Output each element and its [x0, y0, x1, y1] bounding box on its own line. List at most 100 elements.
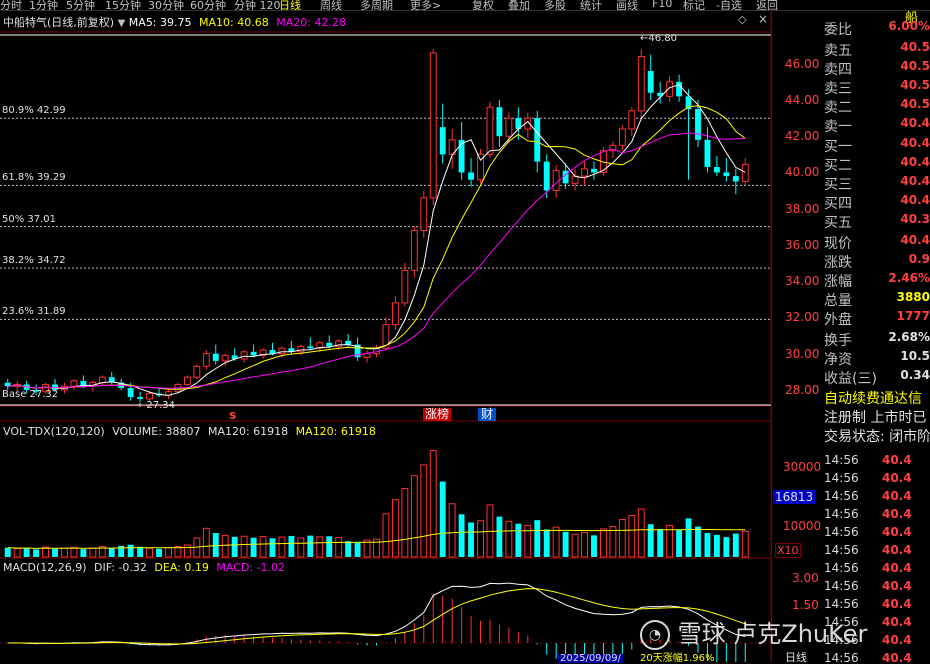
candle-body-up [637, 55, 645, 112]
event-cai-marker[interactable]: 财 [478, 408, 497, 421]
volume-bar-up [278, 536, 286, 558]
buy-level-label: 买五 [824, 215, 852, 231]
fib-label: 23.6% 31.89 [2, 306, 66, 318]
candle-body-down [468, 172, 474, 180]
quote-stat-secondary-row: 净资 10.5 [821, 349, 930, 368]
volume-bar-down [468, 522, 474, 557]
candle-body-up [98, 376, 106, 384]
candle-body-up [618, 128, 626, 146]
volume-bar-up [600, 528, 607, 558]
event-s-marker[interactable]: s [229, 408, 236, 422]
sell-level-row: 卖五 40.5 [821, 40, 930, 59]
volume-indicator-name[interactable]: VOL-TDX(120,120) [3, 425, 105, 438]
tick-row: 14:56 40.4 [821, 579, 930, 597]
notice-text[interactable]: 自动续费通达信 [824, 388, 922, 408]
macd-value: MACD: -1.02 [216, 561, 285, 574]
price-axis-label: 34.00 [785, 274, 820, 289]
weibi-row: 委比 6.00% [821, 19, 930, 38]
toolbar-item-16[interactable]: F10 [652, 0, 672, 10]
tick-price: 40.4 [882, 453, 912, 467]
sell-level-label: 卖五 [824, 43, 852, 59]
volume-bar-up [240, 535, 248, 558]
quote-stat-label: 总量 [824, 293, 852, 309]
buy-level-label: 买三 [824, 177, 852, 193]
weibi-value: 6.00% [888, 19, 930, 33]
quote-stat-secondary-label: 收益(三) [824, 371, 877, 387]
candle-body-up [391, 302, 399, 326]
sell-level-value: 40.5 [900, 40, 930, 54]
macd-indicator-name[interactable]: MACD(12,26,9) [3, 561, 87, 574]
sell-level-label: 卖二 [824, 100, 852, 116]
volume-bar-down [647, 524, 654, 557]
volume-bar-down [80, 549, 87, 557]
tick-time: 14:56 [824, 453, 859, 467]
close-icon[interactable]: × [758, 12, 768, 26]
candle-body-down [591, 168, 597, 173]
buy-level-label: 买二 [824, 158, 852, 174]
volume-bar-up [13, 548, 21, 558]
candle-body-up [70, 380, 78, 387]
vol-tick-10000: 10000 [783, 519, 822, 533]
volume-title: VOL-TDX(120,120) VOLUME: 38807 MA120: 61… [3, 425, 376, 438]
fib-label: 80.9% 42.99 [2, 105, 66, 117]
tick-time: 14:56 [824, 615, 859, 629]
volume-bar-up [70, 546, 78, 558]
tick-price: 40.4 [882, 597, 912, 611]
stock-code[interactable]: 688146 [830, 10, 884, 12]
volume-bar-down [307, 535, 314, 557]
quote-stat-label: 涨幅 [824, 274, 852, 290]
volume-bar-down [345, 541, 352, 557]
candle-body-down [345, 340, 352, 345]
collapse-icon[interactable]: ◇ [738, 13, 746, 26]
candle-body-up [183, 376, 191, 385]
volume-bar-down [33, 549, 40, 557]
candle-body-up [741, 163, 749, 183]
candle-body-up [278, 347, 286, 355]
volume-bar-up [429, 450, 437, 558]
volume-bar-up [420, 464, 428, 558]
candle-body-down [534, 118, 541, 162]
tick-price: 40.4 [882, 579, 912, 593]
candle-body-down [326, 342, 333, 347]
price-axis-label: 36.00 [785, 237, 820, 252]
volume-bar-down [723, 537, 730, 557]
quote-stat-label: 涨跌 [824, 255, 852, 271]
buy-level-label: 买一 [824, 139, 852, 155]
bottom-period-label[interactable]: 日线 [785, 652, 807, 663]
ma5-label: MA5: 39.75 [128, 16, 192, 29]
volume-bar-up [221, 534, 229, 558]
quote-stat-value: 1777 [896, 309, 930, 323]
tick-row: 14:56 40.4 [821, 651, 930, 662]
candle-body-up [221, 354, 229, 362]
registration-text: 注册制 上市时已 [824, 410, 927, 426]
buy-level-label: 买四 [824, 196, 852, 212]
volume-bar-down [591, 535, 597, 557]
event-zhangbang-marker[interactable]: 涨榜 [423, 408, 452, 421]
ma-toggle-icon[interactable]: ▼ [118, 18, 126, 29]
quote-stat-secondary-value: 0.34 [900, 368, 930, 382]
volume-bar-up [505, 520, 513, 558]
volume-bar-up [391, 499, 399, 558]
vol-scale-x10: X10 [775, 543, 801, 558]
volume-value: VOLUME: 38807 [112, 425, 201, 438]
candle-body-down [713, 167, 720, 173]
sell-level-value: 40.5 [900, 59, 930, 73]
fib-label: 38.2% 34.72 [2, 255, 66, 267]
volume-bar-up [581, 531, 588, 558]
quote-stat-secondary-label: 净资 [824, 352, 852, 368]
quote-stat-row: 总量 3880 [821, 290, 930, 309]
candle-body-down [137, 397, 144, 399]
candle-body-up [628, 110, 636, 130]
sell-level-row: 卖四 40.5 [821, 59, 930, 78]
tick-row: 14:56 40.4 [821, 507, 930, 525]
volume-bar-down [156, 548, 162, 557]
volume-bar-down [108, 548, 115, 557]
sell-level-label: 卖三 [824, 81, 852, 97]
volume-bar-up [382, 513, 390, 558]
quote-stat-value: 2.46% [888, 271, 930, 285]
fib-label: 50% 37.01 [2, 213, 57, 225]
volume-bar-down [515, 523, 522, 557]
macd-tick-1-5: 1.50 [792, 598, 819, 612]
candle-body-down [732, 176, 739, 182]
candle-body-up [363, 353, 371, 358]
